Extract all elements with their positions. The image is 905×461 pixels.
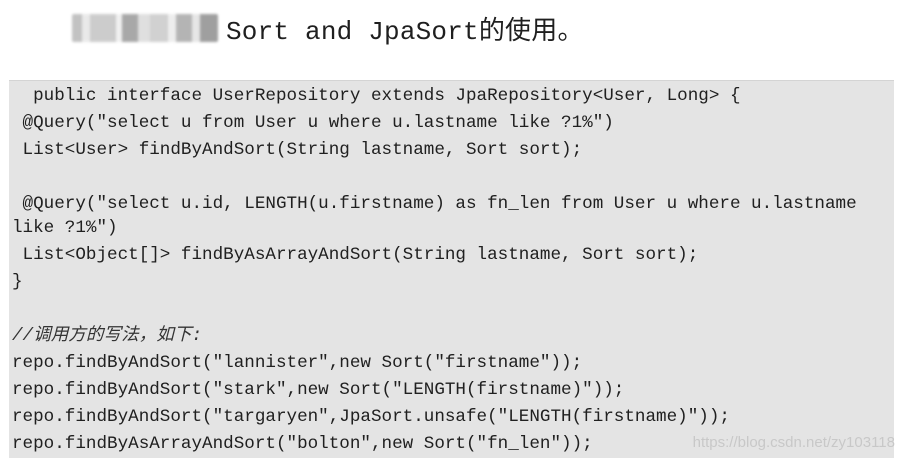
code-line-method-2: List<Object[]> findByAsArrayAndSort(Stri… <box>12 245 699 265</box>
code-line-method-1: List<User> findByAndSort(String lastname… <box>12 140 583 160</box>
heading-text: Sort and JpaSort的使用。 <box>226 16 584 47</box>
code-line-comment: //调用方的写法，如下: <box>12 326 203 346</box>
blurred-number-image <box>72 14 218 42</box>
code-block: public interface UserRepository extends … <box>9 80 894 458</box>
code-line-interface: public interface UserRepository extends … <box>12 86 741 106</box>
code-line-call-1: repo.findByAndSort("lannister",new Sort(… <box>12 353 583 373</box>
code-line-call-3: repo.findByAndSort("targaryen",JpaSort.u… <box>12 407 730 427</box>
section-heading: Sort and JpaSort的使用。 <box>72 10 584 47</box>
code-line-call-4: repo.findByAsArrayAndSort("bolton",new S… <box>12 434 593 454</box>
code-line-close-brace: } <box>12 272 23 292</box>
code-line-query-2: @Query("select u.id, LENGTH(u.firstname)… <box>12 194 857 214</box>
code-line-call-2: repo.findByAndSort("stark",new Sort("LEN… <box>12 380 625 400</box>
watermark: https://blog.csdn.net/zy103118 <box>692 434 895 451</box>
code-line-query-2-wrap: like ?1%") <box>12 218 118 238</box>
code-line-query-1: @Query("select u from User u where u.las… <box>12 113 614 133</box>
